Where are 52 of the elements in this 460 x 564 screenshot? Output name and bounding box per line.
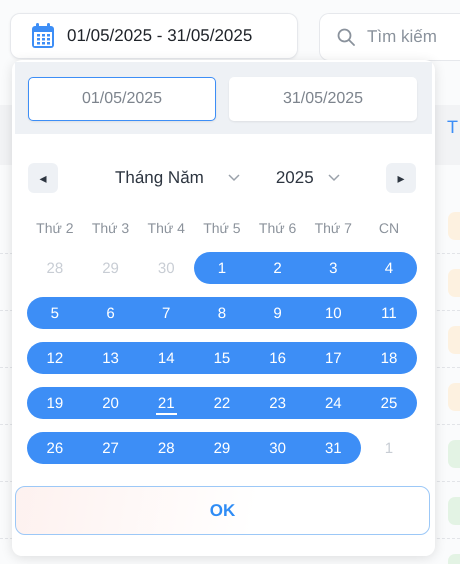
day-cell[interactable]: 1 xyxy=(194,252,250,284)
weekday-label: Thứ 6 xyxy=(258,220,298,238)
day-cell[interactable]: 19 xyxy=(27,387,83,419)
search-field[interactable]: Tìm kiếm xyxy=(319,13,460,61)
month-select[interactable]: Tháng Năm xyxy=(115,168,240,188)
calendar-icon xyxy=(31,23,55,49)
day-cell[interactable]: 28 xyxy=(138,432,194,464)
weekday-label: Thứ 3 xyxy=(90,220,130,238)
day-cell[interactable]: 21 xyxy=(138,387,194,419)
chevron-down-icon xyxy=(228,174,240,182)
search-icon xyxy=(337,28,355,46)
day-cell[interactable]: 22 xyxy=(194,387,250,419)
day-cell[interactable]: 10 xyxy=(305,297,362,329)
day-cell[interactable]: 29 xyxy=(194,432,250,464)
day-cell[interactable]: 14 xyxy=(138,342,194,374)
day-cell[interactable]: 2 xyxy=(250,252,306,284)
day-cell[interactable]: 12 xyxy=(27,342,83,374)
day-cell[interactable]: 5 xyxy=(27,297,83,329)
date-field[interactable]: 01/05/2025 xyxy=(28,77,216,121)
day-cell[interactable]: 18 xyxy=(361,342,417,374)
day-cell[interactable]: 25 xyxy=(361,387,417,419)
day-cell[interactable]: 17 xyxy=(305,342,362,374)
day-cell[interactable]: 16 xyxy=(250,342,306,374)
day-cell[interactable]: 24 xyxy=(305,387,362,419)
weekday-label: Thứ 2 xyxy=(35,220,75,238)
day-cell[interactable]: 26 xyxy=(27,432,83,464)
next-month-button[interactable]: ▸ xyxy=(386,163,416,193)
day-cell[interactable]: 27 xyxy=(82,432,138,464)
day-cell[interactable]: 11 xyxy=(361,297,417,329)
day-cell[interactable]: 8 xyxy=(194,297,250,329)
day-cell[interactable]: 23 xyxy=(250,387,306,419)
previous-month-button[interactable]: ◂ xyxy=(28,163,58,193)
day-cell[interactable]: 30 xyxy=(250,432,306,464)
chevron-down-icon xyxy=(328,174,340,182)
day-cell[interactable]: 6 xyxy=(82,297,138,329)
day-cell[interactable]: 15 xyxy=(194,342,250,374)
day-cell[interactable]: 9 xyxy=(250,297,306,329)
year-select[interactable]: 2025 xyxy=(276,168,340,188)
ok-button[interactable]: OK xyxy=(15,486,430,535)
date-range-button[interactable]: 01/05/2025 - 31/05/2025 xyxy=(10,13,298,59)
date-field[interactable]: 31/05/2025 xyxy=(229,77,417,121)
day-cell[interactable]: 4 xyxy=(361,252,417,284)
weekday-label: CN xyxy=(378,220,400,238)
weekday-label: Thứ 5 xyxy=(202,220,242,238)
day-cell[interactable]: 7 xyxy=(138,297,194,329)
day-cell[interactable]: 31 xyxy=(305,432,362,464)
day-cell[interactable]: 20 xyxy=(82,387,138,419)
day-cell[interactable]: 3 xyxy=(305,252,362,284)
day-cell[interactable]: 13 xyxy=(82,342,138,374)
column-header: T xyxy=(447,117,458,138)
weekday-label: Thứ 4 xyxy=(146,220,186,238)
weekday-label: Thứ 7 xyxy=(314,220,353,238)
